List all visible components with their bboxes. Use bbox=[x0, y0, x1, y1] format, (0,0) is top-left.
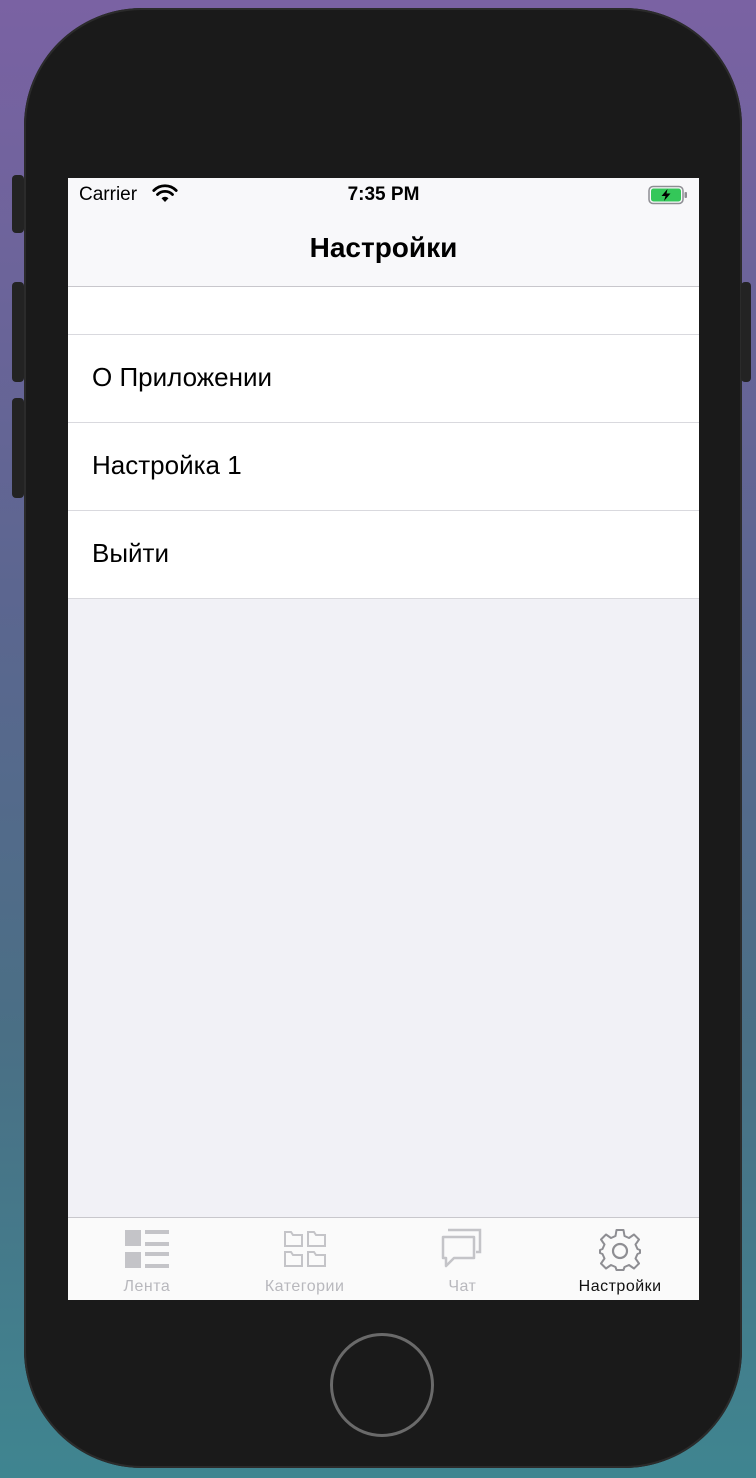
categories-icon bbox=[283, 1228, 327, 1275]
tab-feed[interactable]: Лента bbox=[68, 1218, 226, 1300]
status-bar: Carrier 7:35 PM bbox=[68, 178, 699, 214]
tab-label: Настройки bbox=[578, 1278, 662, 1295]
mute-switch bbox=[12, 175, 24, 233]
section-header-spacer bbox=[68, 287, 699, 335]
chat-icon bbox=[440, 1228, 484, 1275]
tab-bar: Лента Категории Чат Настройки bbox=[68, 1217, 699, 1300]
settings-row-label: Выйти bbox=[92, 538, 169, 568]
volume-down-button bbox=[12, 398, 24, 498]
tab-label: Чат bbox=[448, 1278, 477, 1295]
tab-label: Категории bbox=[264, 1278, 345, 1295]
settings-row-logout[interactable]: Выйти bbox=[68, 511, 699, 599]
settings-row-label: О Приложении bbox=[92, 362, 273, 392]
feed-icon bbox=[124, 1228, 170, 1275]
gear-icon bbox=[598, 1228, 642, 1277]
settings-row-setting-1[interactable]: Настройка 1 bbox=[68, 423, 699, 511]
settings-row-label: Настройка 1 bbox=[92, 450, 242, 480]
page-title: Настройки bbox=[309, 232, 458, 263]
tab-settings[interactable]: Настройки bbox=[541, 1218, 699, 1300]
tab-chat[interactable]: Чат bbox=[384, 1218, 542, 1300]
tab-label: Лента bbox=[123, 1278, 171, 1295]
volume-up-button bbox=[12, 282, 24, 382]
settings-row-about[interactable]: О Приложении bbox=[68, 335, 699, 423]
power-button bbox=[741, 282, 751, 382]
battery-charging-icon bbox=[648, 185, 688, 210]
settings-list: О Приложении Настройка 1 Выйти bbox=[68, 335, 699, 599]
navigation-bar: Настройки bbox=[68, 214, 699, 287]
home-button[interactable] bbox=[330, 1333, 434, 1437]
status-time: 7:35 PM bbox=[347, 184, 420, 205]
app-screen: Carrier 7:35 PM Настройки О Приложении Н… bbox=[68, 178, 699, 1300]
tab-categories[interactable]: Категории bbox=[226, 1218, 384, 1300]
